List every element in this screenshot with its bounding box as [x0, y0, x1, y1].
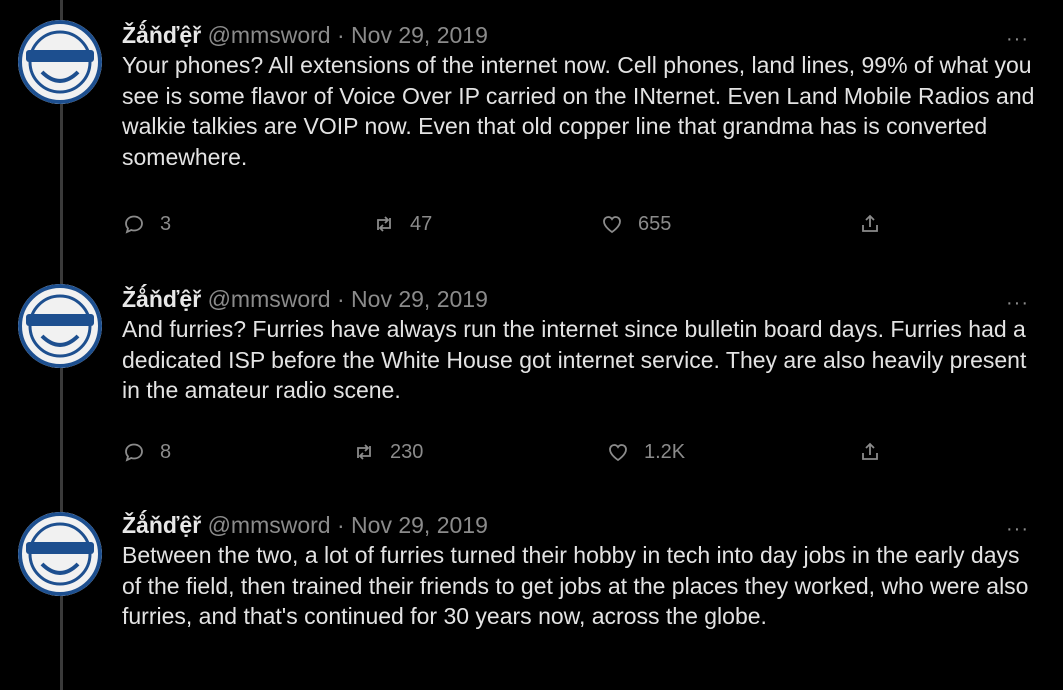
user-handle[interactable]: @mmsword — [208, 512, 331, 538]
laughing-man-avatar — [18, 20, 102, 104]
more-options-icon[interactable]: ··· — [1006, 292, 1029, 315]
share-button[interactable] — [858, 212, 882, 236]
reply-button[interactable]: 3 — [122, 212, 171, 236]
tweet-header: Žǻňďệř @mmsword · Nov 29, 2019 — [122, 20, 488, 50]
heart-icon — [603, 216, 621, 234]
retweet-button[interactable]: 230 — [352, 440, 423, 464]
tweet-text: And furries? Furries have always run the… — [122, 316, 1027, 403]
retweet-icon — [357, 444, 371, 460]
like-count: 1.2K — [644, 440, 686, 463]
more-options-icon[interactable]: ··· — [1006, 28, 1029, 51]
retweet-button[interactable]: 47 — [372, 212, 432, 236]
tweet-date[interactable]: Nov 29, 2019 — [351, 286, 488, 312]
like-button[interactable]: 1.2K — [606, 440, 685, 464]
share-icon — [862, 214, 878, 232]
reply-icon — [125, 215, 143, 234]
tweet-date[interactable]: Nov 29, 2019 — [351, 22, 488, 48]
tweet-date[interactable]: Nov 29, 2019 — [351, 512, 488, 538]
avatar[interactable] — [18, 512, 102, 596]
thread-line — [60, 0, 63, 20]
share-icon — [862, 442, 878, 460]
share-button[interactable] — [858, 440, 882, 464]
display-name[interactable]: Žǻňďệř — [122, 512, 201, 538]
reply-count: 8 — [160, 440, 172, 463]
avatar[interactable] — [18, 284, 102, 368]
laughing-man-avatar — [18, 284, 102, 368]
retweet-count: 47 — [410, 212, 433, 235]
tweet[interactable]: Žǻňďệř @mmsword · Nov 29, 2019 ··· Your … — [0, 20, 1063, 250]
heart-icon — [609, 444, 627, 462]
tweet-actions: 8 230 1.2K — [122, 440, 902, 472]
tweet-text: Between the two, a lot of furries turned… — [122, 542, 1029, 629]
tweet-text: Your phones? All extensions of the inter… — [122, 52, 1035, 170]
separator: · — [336, 286, 345, 312]
tweet-header: Žǻňďệř @mmsword · Nov 29, 2019 — [122, 510, 488, 540]
reply-button[interactable]: 8 — [122, 440, 171, 464]
display-name[interactable]: Žǻňďệř — [122, 286, 201, 312]
retweet-icon — [377, 216, 391, 232]
reply-count: 3 — [160, 212, 172, 235]
retweet-count: 230 — [390, 440, 424, 463]
tweet[interactable]: Žǻňďệř @mmsword · Nov 29, 2019 ··· Betwe… — [0, 510, 1063, 690]
separator: · — [336, 22, 345, 48]
like-count: 655 — [638, 212, 672, 235]
like-button[interactable]: 655 — [600, 212, 671, 236]
reply-icon — [125, 443, 143, 462]
tweet-header: Žǻňďệř @mmsword · Nov 29, 2019 — [122, 284, 488, 314]
tweet-actions: 3 47 655 — [122, 212, 902, 244]
avatar[interactable] — [18, 20, 102, 104]
separator: · — [336, 512, 345, 538]
user-handle[interactable]: @mmsword — [208, 286, 331, 312]
more-options-icon[interactable]: ··· — [1006, 518, 1029, 541]
tweet[interactable]: Žǻňďệř @mmsword · Nov 29, 2019 ··· And f… — [0, 284, 1063, 484]
user-handle[interactable]: @mmsword — [208, 22, 331, 48]
display-name[interactable]: Žǻňďệř — [122, 22, 201, 48]
laughing-man-avatar — [18, 512, 102, 596]
